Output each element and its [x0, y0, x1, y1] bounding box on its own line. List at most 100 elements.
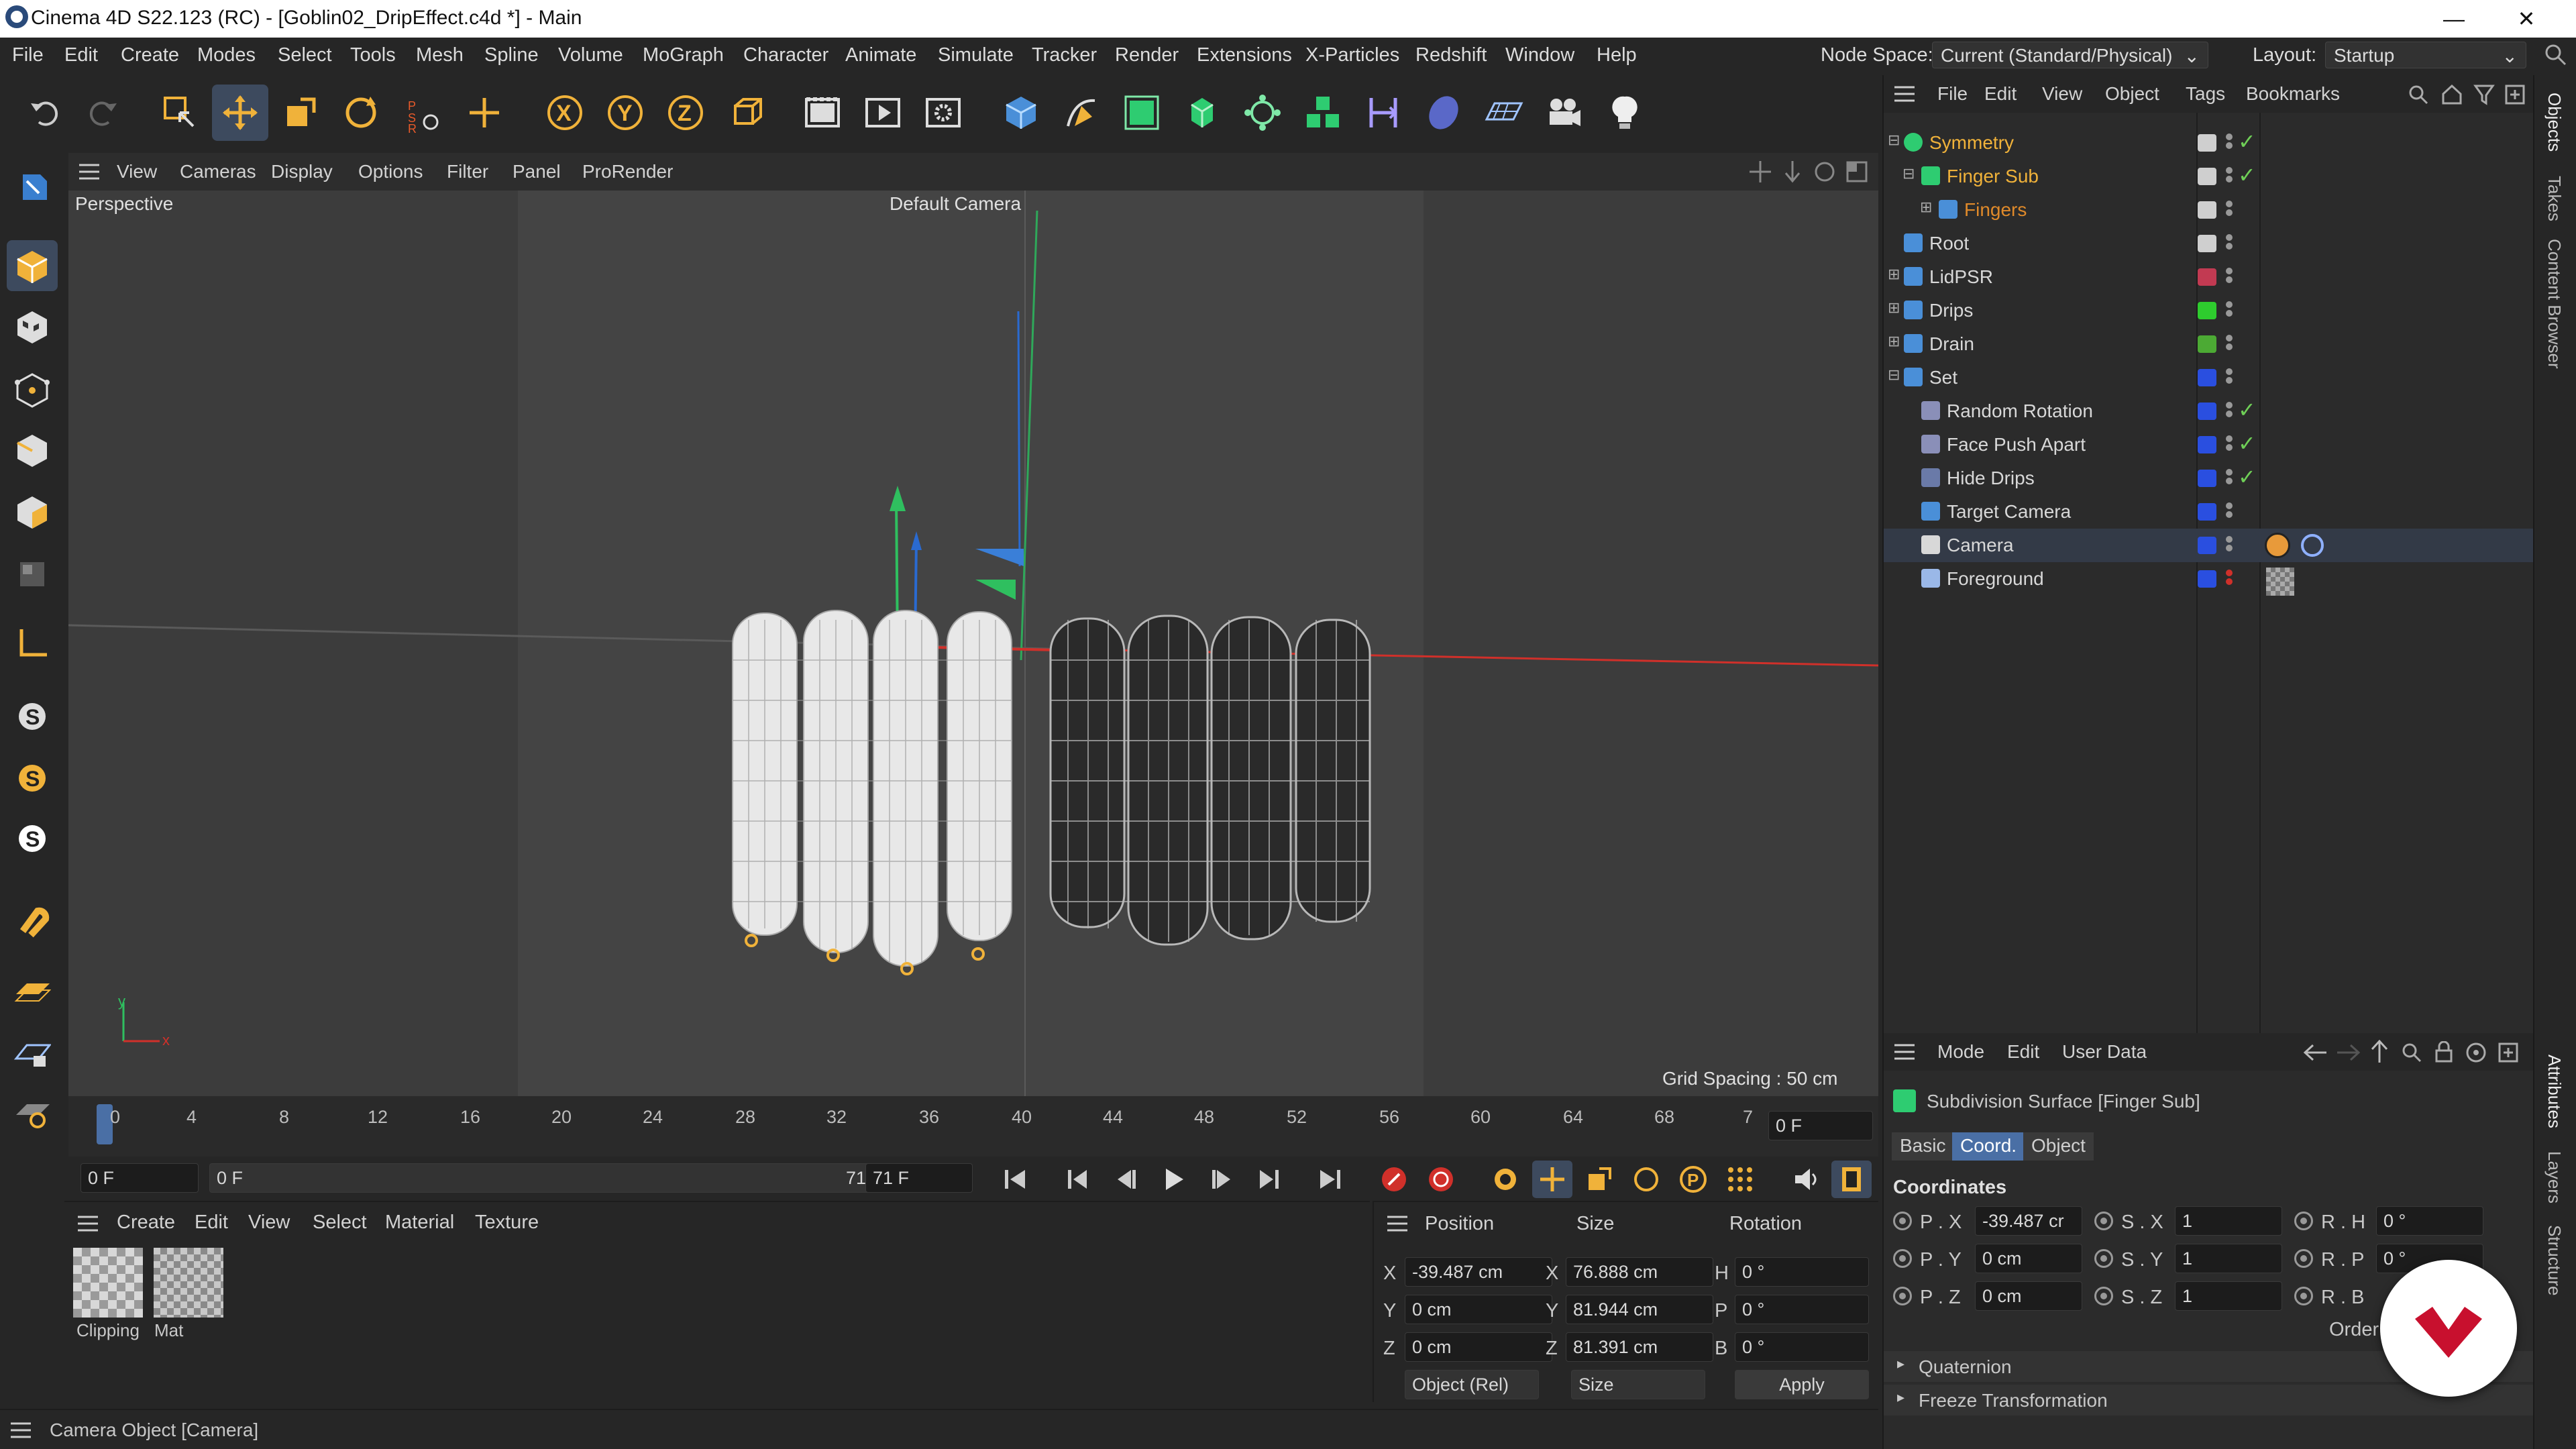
tab-coord[interactable]: Coord. [1952, 1132, 2025, 1161]
menu-x-particles[interactable]: X-Particles [1305, 44, 1399, 66]
enabled-check-icon[interactable]: ✓ [2238, 464, 2256, 490]
cube-icon[interactable] [993, 85, 1049, 141]
object-row-symmetry[interactable]: ⊟ Symmetry ✓ [1884, 126, 2534, 160]
layer-color-swatch[interactable] [2198, 503, 2216, 521]
keyframe-radio[interactable] [2294, 1212, 2313, 1230]
viewport-menu-panel[interactable]: Panel [513, 161, 561, 182]
object-row-hide-drips[interactable]: Hide Drips ✓ [1884, 462, 2534, 495]
render-to-picture-viewer-icon[interactable] [855, 85, 911, 141]
tab-content-browser[interactable]: Content Browser [2544, 239, 2565, 369]
viewport-dolly-icon[interactable] [1780, 160, 1805, 189]
tab-takes[interactable]: Takes [2544, 176, 2565, 221]
menu-modes[interactable]: Modes [197, 44, 256, 66]
home-icon[interactable] [2440, 83, 2463, 111]
hamburger-menu-icon[interactable] [1386, 1214, 1409, 1238]
menu-tools[interactable]: Tools [350, 44, 396, 66]
tab-structure[interactable]: Structure [2544, 1225, 2565, 1296]
menu-simulate[interactable]: Simulate [938, 44, 1014, 66]
object-row-drain[interactable]: ⊞ Drain [1884, 327, 2534, 361]
3d-viewport[interactable]: Perspective Default Camera Grid Spacing … [68, 191, 1878, 1096]
object-row-foreground[interactable]: Foreground [1884, 562, 2534, 596]
key-parameter-icon[interactable]: P [1673, 1161, 1713, 1198]
layer-color-swatch[interactable] [2198, 134, 2216, 152]
layer-color-swatch[interactable] [2198, 369, 2216, 386]
material-tag-icon[interactable] [2266, 568, 2294, 596]
node-space-dropdown[interactable]: Current (Standard/Physical) ⌄ [1932, 42, 2208, 68]
polygons-mode-icon[interactable] [7, 486, 58, 537]
layer-color-swatch[interactable] [2198, 570, 2216, 588]
apply-button[interactable]: Apply [1735, 1370, 1869, 1399]
position-z-field[interactable]: 0 cm [1405, 1332, 1552, 1362]
object-row-face-push-apart[interactable]: Face Push Apart ✓ [1884, 428, 2534, 462]
render-view-icon[interactable] [794, 85, 851, 141]
back-arrow-icon[interactable] [2302, 1041, 2329, 1069]
objects-menu-edit[interactable]: Edit [1984, 83, 2017, 105]
objects-menu-object[interactable]: Object [2105, 83, 2159, 105]
move-tool-icon[interactable] [212, 85, 268, 141]
make-editable-icon[interactable] [7, 161, 58, 212]
visibility-dots[interactable] [2226, 199, 2233, 221]
viewport-menu-options[interactable]: Options [358, 161, 423, 182]
keyframe-radio[interactable] [2294, 1249, 2313, 1268]
viewport-rotate-icon[interactable] [1813, 160, 1837, 189]
attr-scale-z-field[interactable]: 1 [2175, 1281, 2282, 1311]
enabled-check-icon[interactable]: ✓ [2238, 397, 2256, 423]
extrude-icon[interactable] [1174, 85, 1230, 141]
hamburger-menu-icon[interactable] [76, 1214, 99, 1238]
forward-arrow-icon[interactable] [2334, 1041, 2361, 1069]
viewport-menu-cameras[interactable]: Cameras [180, 161, 256, 182]
autokey-icon[interactable] [1421, 1161, 1461, 1198]
layer-color-swatch[interactable] [2198, 436, 2216, 453]
objects-menu-file[interactable]: File [1937, 83, 1968, 105]
selection-tool-icon[interactable] [152, 85, 208, 141]
visibility-dots[interactable] [2226, 131, 2233, 154]
object-row-finger-sub[interactable]: ⊟ Finger Sub ✓ [1884, 160, 2534, 193]
current-frame-field[interactable]: 0 F [1768, 1111, 1873, 1140]
record-key-icon[interactable] [1374, 1161, 1414, 1198]
layer-color-swatch[interactable] [2198, 470, 2216, 487]
menu-render[interactable]: Render [1115, 44, 1179, 66]
visibility-dots[interactable] [2226, 232, 2233, 255]
collapse-icon[interactable]: ⊟ [1888, 131, 1900, 149]
hamburger-menu-icon[interactable] [1893, 85, 1916, 109]
key-rotation-icon[interactable] [1626, 1161, 1666, 1198]
position-y-field[interactable]: 0 cm [1405, 1295, 1552, 1324]
menu-tracker[interactable]: Tracker [1032, 44, 1097, 66]
menu-mograph[interactable]: MoGraph [643, 44, 724, 66]
attr-scale-x-field[interactable]: 1 [2175, 1206, 2282, 1236]
objects-menu-bookmarks[interactable]: Bookmarks [2246, 83, 2340, 105]
tab-attributes[interactable]: Attributes [2544, 1055, 2565, 1128]
visibility-dots[interactable] [2226, 366, 2233, 389]
expand-icon[interactable]: ⊞ [1888, 299, 1900, 317]
menu-window[interactable]: Window [1505, 44, 1574, 66]
layer-color-swatch[interactable] [2198, 201, 2216, 219]
object-row-set[interactable]: ⊟ Set [1884, 361, 2534, 394]
visibility-dots[interactable] [2226, 165, 2233, 188]
enabled-check-icon[interactable]: ✓ [2238, 431, 2256, 456]
position-x-field[interactable]: -39.487 cm [1405, 1257, 1552, 1287]
hamburger-menu-icon[interactable] [78, 162, 101, 186]
lock-icon[interactable] [2432, 1040, 2455, 1069]
go-to-end-icon[interactable] [1309, 1161, 1350, 1198]
deformer-bend-icon[interactable] [1355, 85, 1411, 141]
expand-icon[interactable]: ⊞ [1888, 266, 1900, 283]
viewport-menu-filter[interactable]: Filter [447, 161, 488, 182]
size-z-field[interactable]: 81.391 cm [1566, 1332, 1713, 1362]
edges-mode-icon[interactable] [7, 424, 58, 475]
visibility-dots[interactable] [2226, 568, 2233, 590]
object-row-root[interactable]: Root [1884, 227, 2534, 260]
attr-scale-y-field[interactable]: 1 [2175, 1244, 2282, 1273]
menu-extensions[interactable]: Extensions [1197, 44, 1292, 66]
key-position-icon[interactable] [1532, 1161, 1572, 1198]
workplane-lock-icon[interactable] [7, 1088, 58, 1139]
timeline-window-icon[interactable] [1831, 1161, 1872, 1198]
keyframe-selection-icon[interactable] [1485, 1161, 1525, 1198]
grid-lock-icon[interactable] [7, 1028, 58, 1079]
viewport-menu-display[interactable]: Display [271, 161, 333, 182]
render-settings-icon[interactable] [915, 85, 971, 141]
attributes-menu-mode[interactable]: Mode [1937, 1041, 1984, 1063]
light-icon[interactable] [1597, 85, 1653, 141]
layer-color-swatch[interactable] [2198, 335, 2216, 353]
subdivision-surface-icon[interactable] [1114, 85, 1170, 141]
coordinate-system-icon[interactable] [718, 85, 774, 141]
